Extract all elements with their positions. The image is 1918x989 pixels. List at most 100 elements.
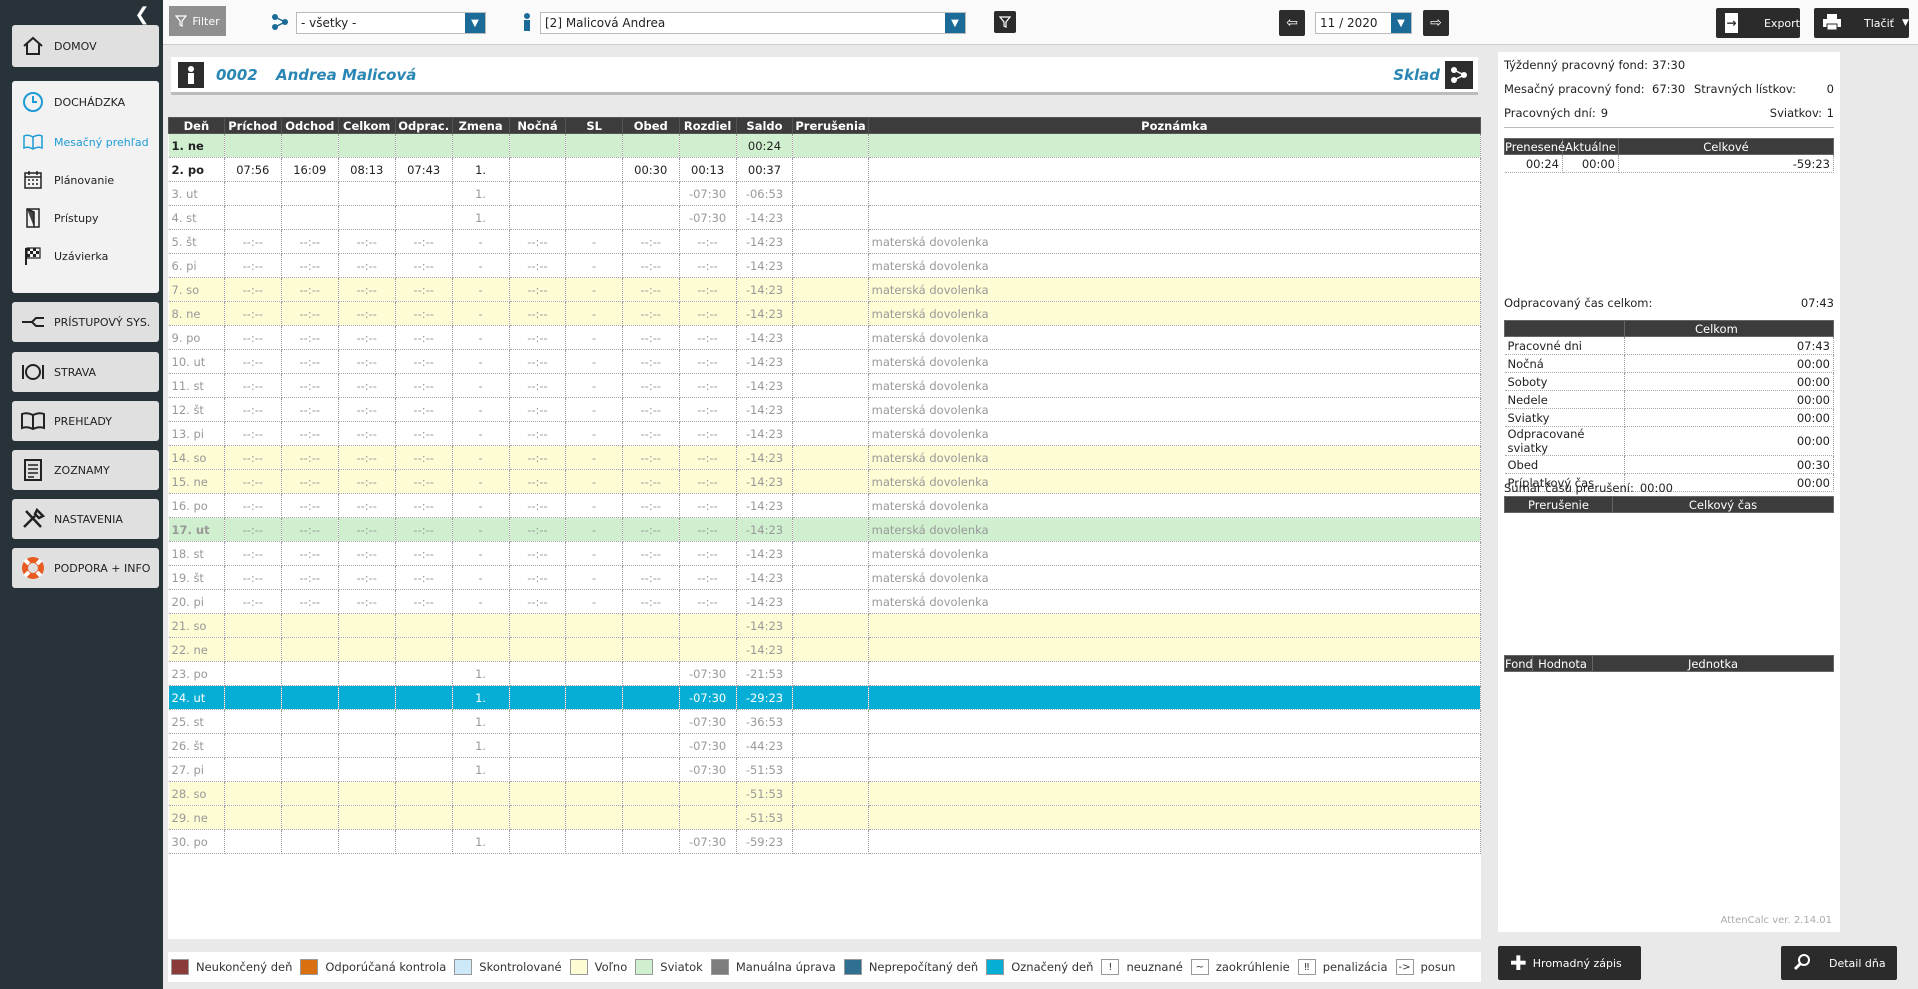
table-row[interactable]: 20. pi --:-- --:-- --:-- --:-- - --:-- - --:-- --… xyxy=(168,589,1482,614)
table-cell xyxy=(622,757,680,782)
filter-icon xyxy=(175,15,188,27)
nav-zoznamy-label: ZOZNAMY xyxy=(54,463,110,477)
nav-domov[interactable]: DOMOV xyxy=(12,25,159,67)
print-button[interactable]: Tlačiť ▼ xyxy=(1814,8,1909,38)
door-icon xyxy=(12,208,54,228)
flag-icon xyxy=(12,246,54,266)
legend-label: Označený deň xyxy=(1011,960,1094,974)
employee-filter-button[interactable] xyxy=(994,11,1016,33)
table-row[interactable]: 7. so --:-- --:-- --:-- --:-- - --:-- - --:-- --:… xyxy=(168,277,1482,302)
table-cell xyxy=(622,661,680,686)
nav-zoznamy[interactable]: ZOZNAMY xyxy=(12,450,159,490)
summary-value: 00:30 xyxy=(1624,455,1834,474)
table-cell: -59:23 xyxy=(736,829,794,854)
table-row[interactable]: 10. ut --:-- --:-- --:-- --:-- - --:-- - --:-- --… xyxy=(168,349,1482,374)
table-row[interactable]: 6. pi --:-- --:-- --:-- --:-- - --:-- - --:-- --:… xyxy=(168,253,1482,278)
export-button-label: Export xyxy=(1763,16,1800,30)
table-cell xyxy=(224,661,282,686)
table-row[interactable]: 13. pi --:-- --:-- --:-- --:-- - --:-- - --:-- --… xyxy=(168,421,1482,446)
table-row[interactable]: 3. ut 1. -07:30 -06:53 xyxy=(168,181,1482,206)
breaks-header: Celkový čas xyxy=(1612,496,1834,513)
table-cell: --:-- xyxy=(622,325,680,350)
summary-row: Nočná 00:00 xyxy=(1504,354,1834,373)
table-row[interactable]: 14. so --:-- --:-- --:-- --:-- - --:-- - --:-- --… xyxy=(168,445,1482,470)
table-cell xyxy=(338,829,396,854)
table-row[interactable]: 25. st 1. -07:30 -36:53 xyxy=(168,709,1482,734)
summary-panel: Týždenný pracovný fond: 37:30 Mesačný pr… xyxy=(1498,52,1840,932)
attendance-table-container: Deň Príchod Odchod Celkom Odprac. Zmena Nočná S… xyxy=(168,117,1482,939)
table-row[interactable]: 28. so -51:53 xyxy=(168,781,1482,806)
table-cell: --:-- xyxy=(395,277,453,302)
summary-label: Nočná xyxy=(1504,354,1625,373)
table-cell: -14:23 xyxy=(736,565,794,590)
group-select[interactable]: - všetky - ▼ xyxy=(296,12,486,34)
table-cell: materská dovolenka xyxy=(868,517,1482,542)
table-row[interactable]: 18. st --:-- --:-- --:-- --:-- - --:-- - --:-- --… xyxy=(168,541,1482,566)
nav-nastavenia[interactable]: NASTAVENIA xyxy=(12,499,159,539)
table-row[interactable]: 9. po --:-- --:-- --:-- --:-- - --:-- - --:-- --:… xyxy=(168,325,1482,350)
table-row[interactable]: 5. št --:-- --:-- --:-- --:-- - --:-- - --:-- --:… xyxy=(168,229,1482,254)
table-cell: --:-- xyxy=(224,469,282,494)
table-row[interactable]: 12. št --:-- --:-- --:-- --:-- - --:-- - --:-- --… xyxy=(168,397,1482,422)
nav-pristupovy-sys[interactable]: PRÍSTUPOVÝ SYS. xyxy=(12,302,159,342)
table-cell: 08:13 xyxy=(338,157,396,182)
subnav-pristupy[interactable]: Prístupy xyxy=(12,199,159,237)
summary-value: 00:00 xyxy=(1624,426,1834,456)
table-cell: materská dovolenka xyxy=(868,469,1482,494)
table-row[interactable]: 19. št --:-- --:-- --:-- --:-- - --:-- - --:-- --… xyxy=(168,565,1482,590)
table-row[interactable]: 23. po 1. -07:30 -21:53 xyxy=(168,661,1482,686)
table-row[interactable]: 24. ut 1. -07:30 -29:23 xyxy=(168,685,1482,710)
table-cell xyxy=(452,133,510,158)
table-row[interactable]: 2. po 07:56 16:09 08:13 07:43 1. 00:30 00:13 00:… xyxy=(168,157,1482,182)
table-cell: --:-- xyxy=(509,565,567,590)
table-row[interactable]: 17. ut --:-- --:-- --:-- --:-- - --:-- - --:-- --… xyxy=(168,517,1482,542)
filter-button[interactable]: Filter xyxy=(169,6,226,36)
table-cell: --:-- xyxy=(622,253,680,278)
table-cell: --:-- xyxy=(509,469,567,494)
table-cell: --:-- xyxy=(622,469,680,494)
export-button[interactable]: → Export xyxy=(1716,8,1800,38)
table-cell: -14:23 xyxy=(736,421,794,446)
table-row[interactable]: 1. ne 00:24 xyxy=(168,133,1482,158)
next-month-button[interactable]: ⇨ xyxy=(1423,10,1449,36)
list-icon xyxy=(12,459,54,481)
table-row[interactable]: 11. st --:-- --:-- --:-- --:-- - --:-- - --:-- --… xyxy=(168,373,1482,398)
subnav-uzavierka[interactable]: Uzávierka xyxy=(12,237,159,275)
collapse-sidebar-icon[interactable]: ❮ xyxy=(131,4,153,26)
table-cell: --:-- xyxy=(224,397,282,422)
subnav-mesacny-prehlad[interactable]: Mesačný prehľad xyxy=(12,123,159,161)
table-row[interactable]: 27. pi 1. -07:30 -51:53 xyxy=(168,757,1482,782)
table-row[interactable]: 29. ne -51:53 xyxy=(168,805,1482,830)
nav-strava[interactable]: STRAVA xyxy=(12,352,159,392)
nav-podpora-label: PODPORA + INFO xyxy=(54,561,151,575)
table-cell: --:-- xyxy=(338,541,396,566)
subnav-planovanie[interactable]: Plánovanie xyxy=(12,161,159,199)
day-detail-button[interactable]: Detail dňa xyxy=(1781,946,1897,980)
table-row[interactable]: 26. št 1. -07:30 -44:23 xyxy=(168,733,1482,758)
column-header: Príchod xyxy=(223,117,282,134)
table-row[interactable]: 21. so -14:23 xyxy=(168,613,1482,638)
nav-dochadzka[interactable]: DOCHÁDZKA xyxy=(12,81,159,123)
nav-prehlady[interactable]: PREHĽADY xyxy=(12,401,159,441)
legend-swatch xyxy=(986,959,1005,975)
prev-month-button[interactable]: ⇦ xyxy=(1279,10,1305,36)
table-row[interactable]: 15. ne --:-- --:-- --:-- --:-- - --:-- - --:-- --… xyxy=(168,469,1482,494)
table-row[interactable]: 4. st 1. -07:30 -14:23 xyxy=(168,205,1482,230)
table-cell: --:-- xyxy=(395,589,453,614)
table-cell: 28. so xyxy=(168,781,225,806)
table-row[interactable]: 16. po --:-- --:-- --:-- --:-- - --:-- - --:-- --… xyxy=(168,493,1482,518)
breaks-total-label: Sumár času prerušení: xyxy=(1504,481,1634,495)
bulk-entry-button[interactable]: ✚ Hromadný zápis xyxy=(1498,946,1641,980)
table-row[interactable]: 30. po 1. -07:30 -59:23 xyxy=(168,829,1482,854)
employee-select[interactable]: [2] Malicová Andrea ▼ xyxy=(540,12,966,34)
table-cell xyxy=(792,421,869,446)
table-cell xyxy=(792,637,869,662)
nav-podpora[interactable]: PODPORA + INFO xyxy=(12,548,159,588)
table-cell xyxy=(565,829,623,854)
period-select[interactable]: 11 / 2020 ▼ xyxy=(1315,12,1412,34)
table-row[interactable]: 8. ne --:-- --:-- --:-- --:-- - --:-- - --:-- --:… xyxy=(168,301,1482,326)
table-cell: --:-- xyxy=(224,445,282,470)
table-cell: -14:23 xyxy=(736,493,794,518)
department-icon[interactable] xyxy=(1445,60,1473,89)
table-row[interactable]: 22. ne -14:23 xyxy=(168,637,1482,662)
